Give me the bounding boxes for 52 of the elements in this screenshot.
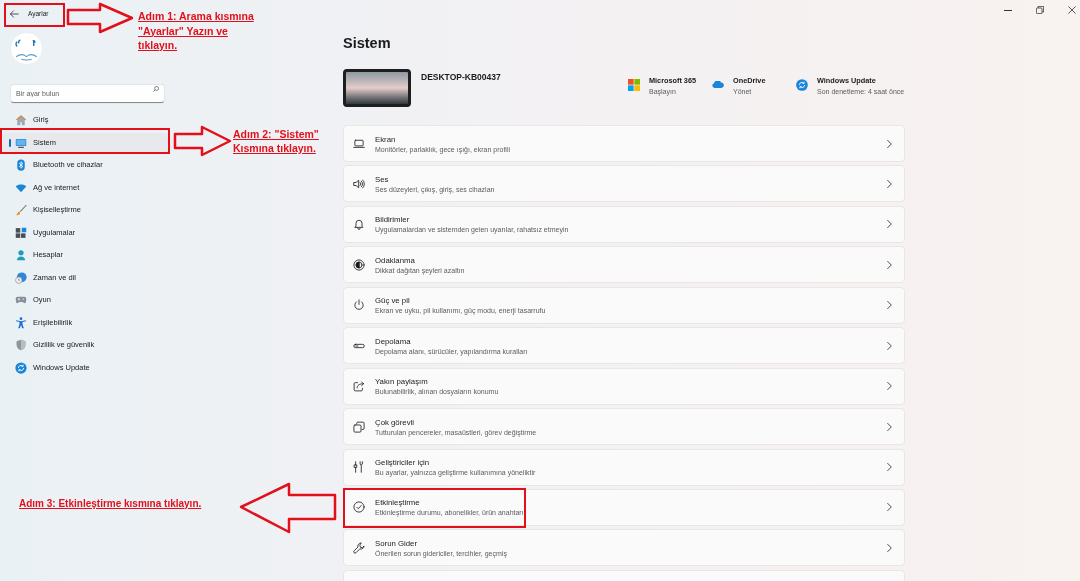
search-icon — [153, 85, 159, 92]
back-arrow-icon — [9, 10, 19, 18]
speaker-icon — [353, 177, 365, 190]
shield-icon — [15, 339, 27, 351]
four-squares-icon — [628, 79, 640, 91]
back-button[interactable] — [8, 8, 20, 20]
check-circle-icon — [353, 501, 365, 514]
wallpaper-thumbnail — [343, 69, 411, 107]
share-icon — [353, 380, 365, 393]
sync-icon — [15, 361, 27, 374]
chevron-right-icon — [887, 139, 892, 148]
sync-icon — [796, 79, 808, 91]
overlapping-windows-icon — [353, 420, 365, 433]
callout-arrow — [66, 2, 134, 34]
device-name: DESKTOP-KB00437 — [421, 72, 501, 82]
highlight-frame — [4, 3, 65, 27]
annotation-text: Adım 3: Etkinleştirme kısmına tıklayın. — [19, 497, 202, 510]
cloud-icon — [712, 81, 724, 88]
laptop-icon — [353, 137, 365, 150]
close-icon — [1068, 6, 1076, 14]
chevron-right-icon — [887, 220, 892, 229]
annotation-text: Adım 2: "Sistem" Kısmına tıklayın. — [233, 127, 319, 155]
selection-indicator — [9, 138, 11, 147]
minimize-icon — [1004, 9, 1012, 11]
callout-arrow — [173, 125, 233, 157]
annotation-text: Adım 1: Arama kısmına "Ayarlar" Yazın ve tıklayın. — [138, 9, 254, 53]
avatar-icon — [10, 32, 43, 65]
accessibility-icon — [15, 316, 27, 329]
focus-ring-icon — [353, 258, 365, 271]
house-icon — [15, 114, 27, 126]
chevron-right-icon — [887, 301, 892, 310]
person-icon — [15, 249, 27, 261]
restore-icon — [1036, 6, 1044, 14]
chevron-right-icon — [887, 422, 892, 431]
page-title: Sistem — [343, 34, 391, 52]
power-icon — [353, 299, 365, 312]
chevron-right-icon — [887, 543, 892, 552]
chevron-right-icon — [887, 463, 892, 471]
monitor-icon — [15, 136, 27, 149]
chevron-right-icon — [887, 503, 892, 512]
bell-icon — [353, 218, 365, 231]
brush-icon — [15, 204, 27, 216]
globe-clock-icon — [15, 271, 27, 284]
bluetooth-icon — [15, 159, 27, 171]
chevron-right-icon — [887, 341, 892, 350]
chevron-right-icon — [887, 260, 892, 269]
tools-icon — [353, 461, 365, 473]
gamepad-icon — [15, 294, 27, 306]
apps-grid-icon — [15, 226, 27, 239]
chevron-right-icon — [887, 382, 892, 391]
wrench-icon — [353, 541, 365, 554]
chevron-right-icon — [887, 179, 892, 188]
